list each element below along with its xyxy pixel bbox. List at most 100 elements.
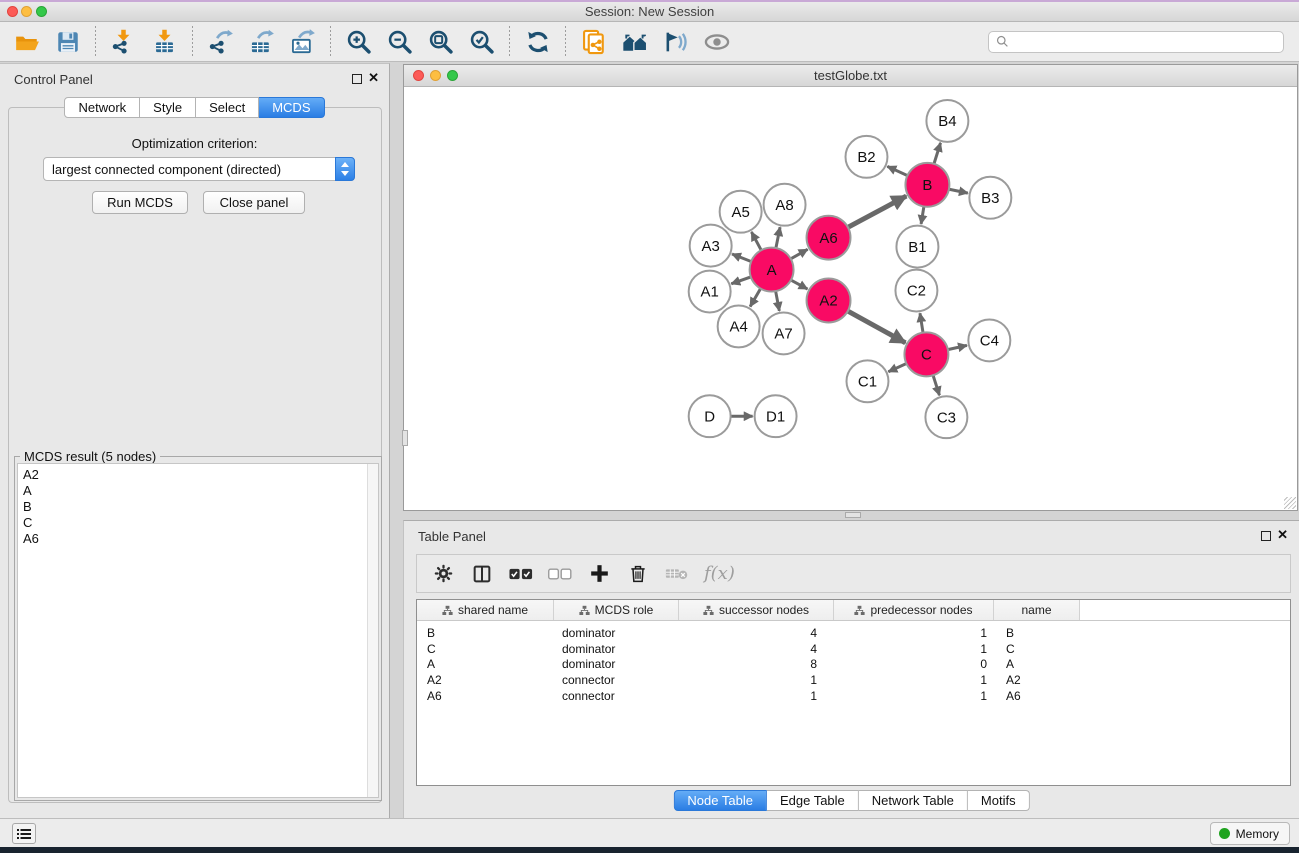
graph-node-B1[interactable]: B1 [896,226,938,268]
delete-table-icon[interactable] [665,562,689,586]
run-mcds-button[interactable]: Run MCDS [92,191,188,214]
result-item-b[interactable]: B [18,499,378,515]
result-item-a6[interactable]: A6 [18,531,378,547]
table-cell: 1 [834,642,994,656]
table-row-a[interactable]: Adominator80A [417,656,1290,672]
graph-node-A2[interactable]: A2 [807,279,851,323]
network-canvas[interactable]: A A1 A2 A3 A4 A5 A6 A7 A8 B B1 B2 B3B4 C C1 C2 C3C4 D D1 [404,87,1297,510]
new-network-document-icon[interactable] [575,25,612,59]
graph-node-C3[interactable]: C3 [925,396,967,438]
column-header-name[interactable]: name [994,600,1080,620]
graph-node-A8[interactable]: A8 [764,184,806,226]
table-row-a2[interactable]: A2connector11A2 [417,672,1290,688]
tab-mcds[interactable]: MCDS [259,97,324,118]
graph-node-A3[interactable]: A3 [690,225,732,267]
network-graph[interactable]: A A1 A2 A3 A4 A5 A6 A7 A8 B B1 B2 B3B4 C C1 C2 C3C4 D D1 [404,87,1297,510]
graph-node-B4[interactable]: B4 [926,100,968,142]
result-item-c[interactable]: C [18,515,378,531]
task-history-button[interactable] [12,823,36,844]
graph-node-B[interactable]: B [905,163,949,207]
resize-corner-handle[interactable] [1284,497,1296,509]
show-graphics-details-eye-icon[interactable] [698,25,735,59]
close-panel-icon[interactable]: ✕ [368,70,379,86]
graph-node-C2[interactable]: C2 [895,270,937,312]
tab-motifs[interactable]: Motifs [968,790,1030,811]
tab-node-table[interactable]: Node Table [673,790,767,811]
zoom-fit-icon[interactable] [422,25,459,59]
main-titlebar: Session: New Session [0,2,1299,22]
deselect-all-checkboxes-icon[interactable] [548,562,572,586]
column-header-mcds-role[interactable]: MCDS role [554,600,679,620]
graph-node-C4[interactable]: C4 [968,319,1010,361]
close-window-button[interactable] [7,6,18,17]
minimize-window-button[interactable] [21,6,32,17]
save-session-icon[interactable] [49,25,86,59]
network-overview-home-icon[interactable] [616,25,653,59]
close-panel-button[interactable]: Close panel [203,191,305,214]
import-table-icon[interactable] [146,25,183,59]
zoom-view-button[interactable] [447,70,458,81]
select-all-checkboxes-icon[interactable] [509,562,533,586]
table-row-c[interactable]: Cdominator41C [417,641,1290,657]
graph-node-A7[interactable]: A7 [763,312,805,354]
column-header-predecessor-nodes[interactable]: predecessor nodes [834,600,994,620]
graph-node-C1[interactable]: C1 [847,360,889,402]
column-browser-icon[interactable] [470,562,494,586]
close-view-button[interactable] [413,70,424,81]
svg-text:C1: C1 [858,374,877,391]
float-table-panel-icon[interactable] [1261,531,1271,541]
svg-text:C2: C2 [907,283,926,300]
settings-gear-icon[interactable] [431,562,455,586]
graph-node-D[interactable]: D [689,395,731,437]
tab-network-table[interactable]: Network Table [859,790,968,811]
function-builder-icon[interactable]: f(x) [704,563,735,584]
table-row-a6[interactable]: A6connector11A6 [417,688,1290,704]
horizontal-splitter-handle[interactable] [845,512,861,518]
graph-node-A[interactable]: A [750,248,794,292]
table-row-b[interactable]: Bdominator41B [417,625,1290,641]
search-field[interactable] [988,31,1284,53]
column-header-shared-name[interactable]: shared name [417,600,554,620]
tab-edge-table[interactable]: Edge Table [767,790,859,811]
export-network-icon[interactable] [202,25,239,59]
graph-node-A5[interactable]: A5 [720,191,762,233]
result-item-a[interactable]: A [18,483,378,499]
result-scrollbar[interactable] [367,464,378,797]
graph-node-A4[interactable]: A4 [718,305,760,347]
graph-node-C[interactable]: C [904,332,948,376]
tab-network[interactable]: Network [64,97,140,118]
minimize-view-button[interactable] [430,70,441,81]
tab-style[interactable]: Style [140,97,196,118]
tab-select[interactable]: Select [196,97,259,118]
zoom-selected-icon[interactable] [463,25,500,59]
graph-node-B3[interactable]: B3 [969,177,1011,219]
memory-button[interactable]: Memory [1210,822,1290,845]
graph-node-A6[interactable]: A6 [807,216,851,260]
graph-node-A1[interactable]: A1 [689,271,731,313]
export-image-icon[interactable] [284,25,321,59]
table-cell: 0 [834,657,994,671]
zoom-out-icon[interactable] [381,25,418,59]
graph-node-D1[interactable]: D1 [755,395,797,437]
add-column-icon[interactable] [587,562,611,586]
export-table-icon[interactable] [243,25,280,59]
node-table[interactable]: shared nameMCDS rolesuccessor nodesprede… [416,599,1291,786]
control-panel-title: Control Panel [14,72,93,87]
hide-graphics-details-icon[interactable] [657,25,694,59]
search-input[interactable] [1013,35,1276,49]
import-network-icon[interactable] [105,25,142,59]
open-file-icon[interactable] [8,25,45,59]
vertical-splitter-handle[interactable] [402,430,408,446]
dropdown-stepper-icon[interactable] [335,157,355,181]
mcds-result-list[interactable]: A2ABCA6 [17,463,379,798]
close-table-panel-icon[interactable]: ✕ [1277,527,1288,543]
criterion-dropdown[interactable]: largest connected component (directed) [43,157,355,181]
result-item-a2[interactable]: A2 [18,467,378,483]
float-panel-icon[interactable] [352,74,362,84]
delete-columns-trash-icon[interactable] [626,562,650,586]
column-header-successor-nodes[interactable]: successor nodes [679,600,834,620]
graph-node-B2[interactable]: B2 [846,136,888,178]
refresh-icon[interactable] [519,25,556,59]
zoom-in-icon[interactable] [340,25,377,59]
zoom-window-button[interactable] [36,6,47,17]
